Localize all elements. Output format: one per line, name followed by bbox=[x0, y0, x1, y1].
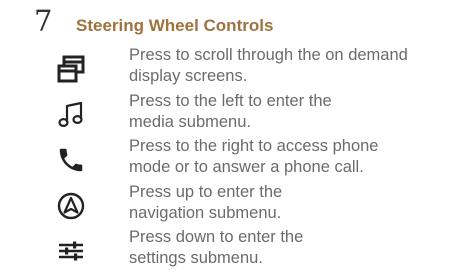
list-item-settings: Press down to enter the settings submenu… bbox=[55, 227, 459, 273]
settings-sliders-icon bbox=[55, 235, 87, 267]
screens-icon bbox=[55, 53, 87, 85]
list-item-phone: Press to the right to access phone mode … bbox=[55, 136, 459, 182]
item-text-line: Press to scroll through the on demand bbox=[129, 46, 408, 64]
section-header: 7 Steering Wheel Controls bbox=[34, 4, 273, 38]
item-text-line: Press to the right to access phone bbox=[129, 137, 379, 155]
item-text: Press to scroll through the on demand di… bbox=[129, 45, 408, 87]
phone-icon bbox=[55, 144, 87, 176]
item-text-line: media submenu. bbox=[129, 112, 251, 131]
navigation-icon bbox=[55, 190, 87, 222]
item-text-line: Press up to enter the bbox=[129, 182, 283, 201]
list-item-screens: Press to scroll through the on demand di… bbox=[55, 45, 459, 91]
list-item-media: Press to the left to enter the media sub… bbox=[55, 91, 459, 137]
section-number: 7 bbox=[34, 4, 53, 38]
item-text-line: mode or to answer a phone call. bbox=[129, 158, 364, 176]
item-text-line: navigation submenu. bbox=[129, 203, 282, 222]
controls-list: Press to scroll through the on demand di… bbox=[55, 45, 459, 273]
item-text-line: display screens. bbox=[129, 67, 248, 85]
item-text: Press up to enter the navigation submenu… bbox=[129, 182, 282, 224]
music-note-icon bbox=[55, 99, 87, 131]
item-text-line: Press down to enter the bbox=[129, 228, 304, 246]
item-text: Press down to enter the settings submenu… bbox=[129, 227, 303, 269]
item-text-line: Press to the left to enter the bbox=[129, 91, 332, 110]
list-item-navigation: Press up to enter the navigation submenu… bbox=[55, 182, 459, 228]
item-text: Press to the right to access phone mode … bbox=[129, 136, 378, 178]
item-text-line: settings submenu. bbox=[129, 249, 263, 267]
section-title: Steering Wheel Controls bbox=[76, 16, 274, 35]
item-text: Press to the left to enter the media sub… bbox=[129, 91, 332, 133]
